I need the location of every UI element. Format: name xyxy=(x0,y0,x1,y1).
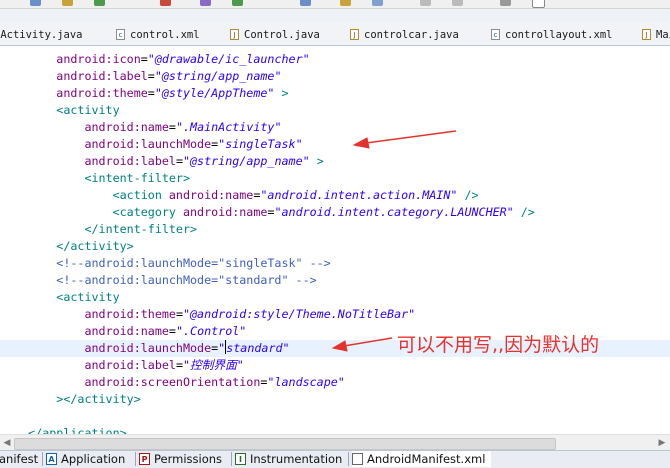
code-line: <activity xyxy=(56,103,120,117)
toolbar-icon[interactable] xyxy=(232,0,243,6)
code-editor[interactable]: android:icon="@drawable/ic_launcher" and… xyxy=(0,46,670,434)
tab-application[interactable]: A Application xyxy=(46,451,125,467)
tab-mainactivity-java[interactable]: nActivity.java xyxy=(0,24,83,45)
tab-control-java[interactable]: J Control.java xyxy=(230,24,320,45)
toolbar-icon[interactable] xyxy=(452,0,463,6)
toolbar xyxy=(0,0,670,9)
tab-label: controllayout.xml xyxy=(505,28,613,41)
code-line: android:theme="@style/AppTheme" > xyxy=(56,86,289,100)
code-line: android:label="@string/app_name" xyxy=(56,69,282,83)
application-icon: A xyxy=(46,453,57,465)
code-line: android:launchMode="singleTask" xyxy=(84,137,303,151)
scroll-right-icon[interactable]: ▶ xyxy=(656,437,668,449)
instrumentation-icon: I xyxy=(235,453,246,465)
code-line: <!--android:launchMode="singleTask" --> xyxy=(56,256,331,270)
toolbar-icon[interactable] xyxy=(300,0,311,6)
code-line: <category android:name="android.intent.c… xyxy=(112,205,535,219)
tab-controllayout-xml[interactable]: c controllayout.xml xyxy=(491,24,612,45)
toolbar-icon[interactable] xyxy=(160,0,171,6)
tab-control-xml[interactable]: c control.xml xyxy=(116,24,200,45)
code-line: </intent-filter> xyxy=(84,222,198,236)
tab-controlcar-java[interactable]: J controlcar.java xyxy=(350,24,459,45)
code-line: android:name=".MainActivity" xyxy=(84,120,282,134)
tab-instrumentation[interactable]: I Instrumentation xyxy=(235,451,342,467)
code-line: <intent-filter> xyxy=(84,171,191,185)
tab-manifest[interactable]: anifest xyxy=(0,451,38,467)
tab-label: Application xyxy=(61,452,126,466)
tab-androidmanifest-xml[interactable]: AndroidManifest.xml xyxy=(352,451,492,467)
code-line: </application> xyxy=(28,426,127,434)
code-line: android:label="@string/app_name" > xyxy=(84,154,324,168)
toolbar-icon[interactable] xyxy=(30,0,41,6)
annotation-text: 可以不用写,,因为默认的 xyxy=(397,334,600,356)
toolbar-icon[interactable] xyxy=(62,0,73,6)
code-line: <!--android:launchMode="standard" --> xyxy=(56,273,317,287)
xml-file-icon: c xyxy=(491,29,500,40)
scroll-left-icon[interactable]: ◀ xyxy=(1,437,13,449)
toolbar-icon[interactable] xyxy=(200,0,211,6)
toolbar-icon[interactable] xyxy=(340,0,351,6)
tab-label: nActivity.java xyxy=(0,28,83,41)
code-line: <activity xyxy=(56,290,120,304)
toolbar-icon[interactable] xyxy=(500,0,511,6)
code-line: android:theme="@android:style/Theme.NoTi… xyxy=(84,307,416,321)
toolbar-icon[interactable] xyxy=(532,0,545,8)
java-file-icon: J xyxy=(642,29,651,40)
horizontal-scrollbar[interactable]: ◀ ▶ xyxy=(0,434,670,451)
code-line: <action android:name="android.intent.act… xyxy=(112,188,479,202)
toolbar-icon[interactable] xyxy=(94,0,105,6)
code-line: </activity> xyxy=(56,239,134,253)
tab-label: controlcar.java xyxy=(364,28,459,41)
tab-label: Permissions xyxy=(154,452,223,466)
tab-main[interactable]: J Mai xyxy=(642,24,670,45)
permissions-icon: P xyxy=(139,453,150,465)
java-file-icon: J xyxy=(350,29,359,40)
editor-tab-strip-top xyxy=(0,9,670,22)
tab-label: Instrumentation xyxy=(250,452,343,466)
scrollbar-thumb[interactable] xyxy=(14,438,556,450)
tab-label: Control.java xyxy=(244,28,320,41)
xml-file-icon xyxy=(352,453,363,465)
xml-file-icon: c xyxy=(116,29,125,40)
tab-label: control.xml xyxy=(130,28,200,41)
toolbar-icon[interactable] xyxy=(420,0,431,6)
java-file-icon: J xyxy=(230,29,239,40)
tab-label: anifest xyxy=(0,452,39,466)
code-line: android:icon="@drawable/ic_launcher" xyxy=(56,52,310,66)
tab-label: AndroidManifest.xml xyxy=(367,452,486,466)
tab-label: Mai xyxy=(656,28,670,41)
toolbar-icon[interactable] xyxy=(372,0,383,6)
code-line: android:label="控制界面" xyxy=(84,358,244,372)
tab-permissions[interactable]: P Permissions xyxy=(139,451,222,467)
code-line: android:screenOrientation="landscape" xyxy=(84,375,345,389)
code-line: ></activity> xyxy=(56,392,141,406)
